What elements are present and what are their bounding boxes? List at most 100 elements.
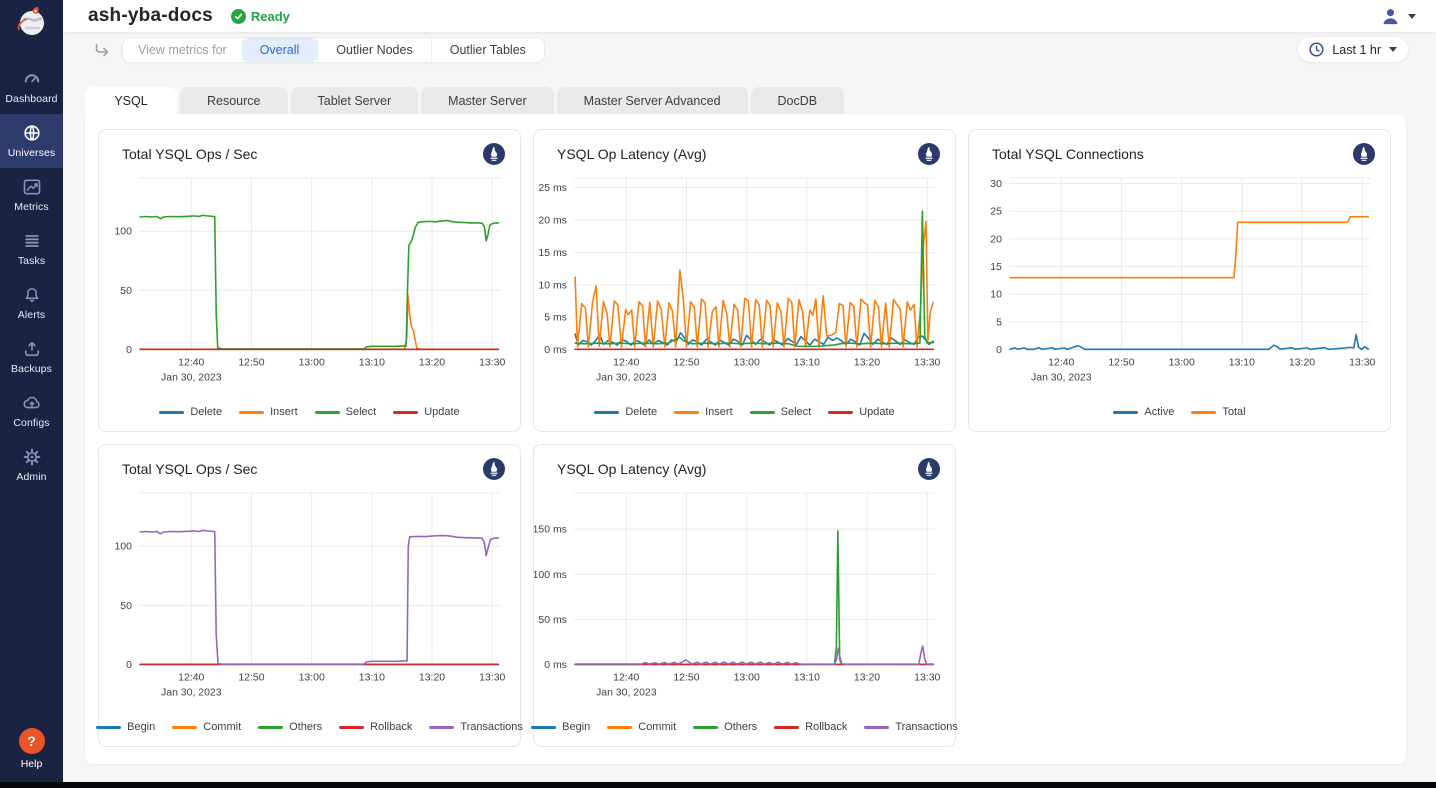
- legend-label: Delete: [190, 406, 222, 418]
- svg-text:15: 15: [990, 262, 1002, 273]
- legend-item-insert[interactable]: Insert: [674, 406, 733, 418]
- sidebar-item-label: Configs: [13, 417, 49, 429]
- prometheus-icon[interactable]: [483, 143, 505, 170]
- legend-label: Rollback: [805, 721, 847, 733]
- svg-text:12:40: 12:40: [613, 358, 639, 369]
- svg-text:13:00: 13:00: [734, 358, 760, 369]
- view-metrics-tab-overall[interactable]: Overall: [242, 38, 318, 62]
- user-icon: [1380, 6, 1401, 27]
- sidebar-item-metrics[interactable]: Metrics: [0, 168, 63, 222]
- tab-tablet-server[interactable]: Tablet Server: [291, 87, 419, 114]
- prometheus-icon[interactable]: [918, 458, 940, 485]
- tab-ysql[interactable]: YSQL: [85, 87, 177, 114]
- sidebar-item-backups[interactable]: Backups: [0, 330, 63, 384]
- cloud-upload-icon: [22, 393, 42, 413]
- legend-label: Others: [724, 721, 757, 733]
- tab-resource[interactable]: Resource: [180, 87, 288, 114]
- legend-item-update[interactable]: Update: [393, 406, 459, 418]
- legend-item-others[interactable]: Others: [258, 721, 322, 733]
- svg-text:12:50: 12:50: [1108, 358, 1134, 369]
- tab-master-server-advanced[interactable]: Master Server Advanced: [557, 87, 748, 114]
- upload-icon: [22, 339, 42, 359]
- svg-text:13:20: 13:20: [419, 673, 445, 684]
- sidebar-item-label: Admin: [16, 471, 46, 483]
- legend-item-begin[interactable]: Begin: [96, 721, 155, 733]
- legend-item-begin[interactable]: Begin: [531, 721, 590, 733]
- svg-text:13:10: 13:10: [794, 358, 820, 369]
- sidebar-item-universes[interactable]: Universes: [0, 114, 63, 168]
- legend-item-rollback[interactable]: Rollback: [774, 721, 847, 733]
- svg-text:Jan 30, 2023: Jan 30, 2023: [1031, 372, 1092, 383]
- view-metrics-tab-outlier-nodes[interactable]: Outlier Nodes: [317, 38, 430, 62]
- legend-item-others[interactable]: Others: [693, 721, 757, 733]
- chart-card-total-ysql-ops-transactions: Total YSQL Ops / Sec 05010012:4012:5013:…: [98, 444, 521, 747]
- svg-text:0 ms: 0 ms: [544, 345, 567, 356]
- legend-item-rollback[interactable]: Rollback: [339, 721, 412, 733]
- prometheus-icon[interactable]: [483, 458, 505, 485]
- sidebar-item-label: Alerts: [18, 309, 45, 321]
- svg-text:12:50: 12:50: [238, 358, 264, 369]
- legend-label: Select: [346, 406, 377, 418]
- svg-text:13:30: 13:30: [479, 358, 505, 369]
- status-label: Ready: [251, 9, 290, 24]
- time-range-selector[interactable]: Last 1 hr: [1297, 36, 1409, 63]
- prometheus-icon[interactable]: [918, 143, 940, 170]
- legend-item-delete[interactable]: Delete: [594, 406, 657, 418]
- legend-label: Insert: [705, 406, 733, 418]
- legend-swatch: [1191, 411, 1216, 414]
- svg-text:13:10: 13:10: [359, 358, 385, 369]
- legend-item-transactions[interactable]: Transactions: [864, 721, 958, 733]
- chart-title: Total YSQL Ops / Sec: [122, 143, 257, 162]
- legend-item-select[interactable]: Select: [750, 406, 812, 418]
- help-label: Help: [21, 758, 43, 770]
- chart-line-icon: [22, 177, 42, 197]
- legend-item-delete[interactable]: Delete: [159, 406, 222, 418]
- svg-text:150 ms: 150 ms: [534, 525, 567, 536]
- bell-icon: [22, 285, 42, 305]
- svg-text:13:20: 13:20: [854, 358, 880, 369]
- legend-label: Select: [781, 406, 812, 418]
- legend-item-select[interactable]: Select: [315, 406, 377, 418]
- legend-item-active[interactable]: Active: [1113, 406, 1174, 418]
- legend-swatch: [393, 411, 418, 414]
- sidebar-item-configs[interactable]: Configs: [0, 384, 63, 438]
- yugabyte-logo[interactable]: [0, 0, 63, 44]
- globe-icon: [22, 123, 42, 143]
- prometheus-icon[interactable]: [1353, 143, 1375, 170]
- main-area: ash-yba-docs Ready: [63, 0, 1436, 782]
- legend-swatch: [693, 726, 718, 729]
- tab-master-server[interactable]: Master Server: [421, 87, 554, 114]
- legend-item-transactions[interactable]: Transactions: [429, 721, 523, 733]
- legend-item-update[interactable]: Update: [828, 406, 894, 418]
- legend-label: Update: [859, 406, 894, 418]
- legend-item-commit[interactable]: Commit: [172, 721, 241, 733]
- chart-legend: Begin Commit Others Rollback Transactions: [534, 721, 955, 746]
- view-metrics-switcher: View metrics for Overall Outlier Nodes O…: [122, 37, 545, 63]
- sidebar: Dashboard Universes Metrics: [0, 0, 63, 782]
- legend-swatch: [607, 726, 632, 729]
- legend-item-insert[interactable]: Insert: [239, 406, 298, 418]
- svg-text:Jan 30, 2023: Jan 30, 2023: [596, 687, 657, 698]
- svg-text:13:30: 13:30: [914, 358, 940, 369]
- status-badge: Ready: [231, 9, 290, 24]
- svg-text:10 ms: 10 ms: [538, 280, 567, 291]
- view-metrics-tab-outlier-tables[interactable]: Outlier Tables: [431, 38, 544, 62]
- sidebar-item-admin[interactable]: Admin: [0, 438, 63, 492]
- svg-text:15 ms: 15 ms: [538, 248, 567, 259]
- universe-title: ash-yba-docs: [88, 5, 213, 27]
- legend-item-commit[interactable]: Commit: [607, 721, 676, 733]
- sidebar-item-dashboard[interactable]: Dashboard: [0, 60, 63, 114]
- sidebar-item-tasks[interactable]: Tasks: [0, 222, 63, 276]
- legend-swatch: [429, 726, 454, 729]
- svg-text:13:10: 13:10: [359, 673, 385, 684]
- yugabyte-logo-icon: [14, 4, 50, 40]
- legend-label: Active: [1144, 406, 1174, 418]
- chart-card-total-ysql-ops: Total YSQL Ops / Sec 05010012:4012:5013:…: [98, 129, 521, 432]
- svg-text:13:00: 13:00: [299, 358, 325, 369]
- sidebar-item-alerts[interactable]: Alerts: [0, 276, 63, 330]
- user-menu[interactable]: [1380, 6, 1416, 27]
- legend-item-total[interactable]: Total: [1191, 406, 1245, 418]
- svg-text:13:20: 13:20: [1289, 358, 1315, 369]
- tab-docdb[interactable]: DocDB: [751, 87, 845, 114]
- sidebar-item-help[interactable]: ? Help: [19, 728, 45, 770]
